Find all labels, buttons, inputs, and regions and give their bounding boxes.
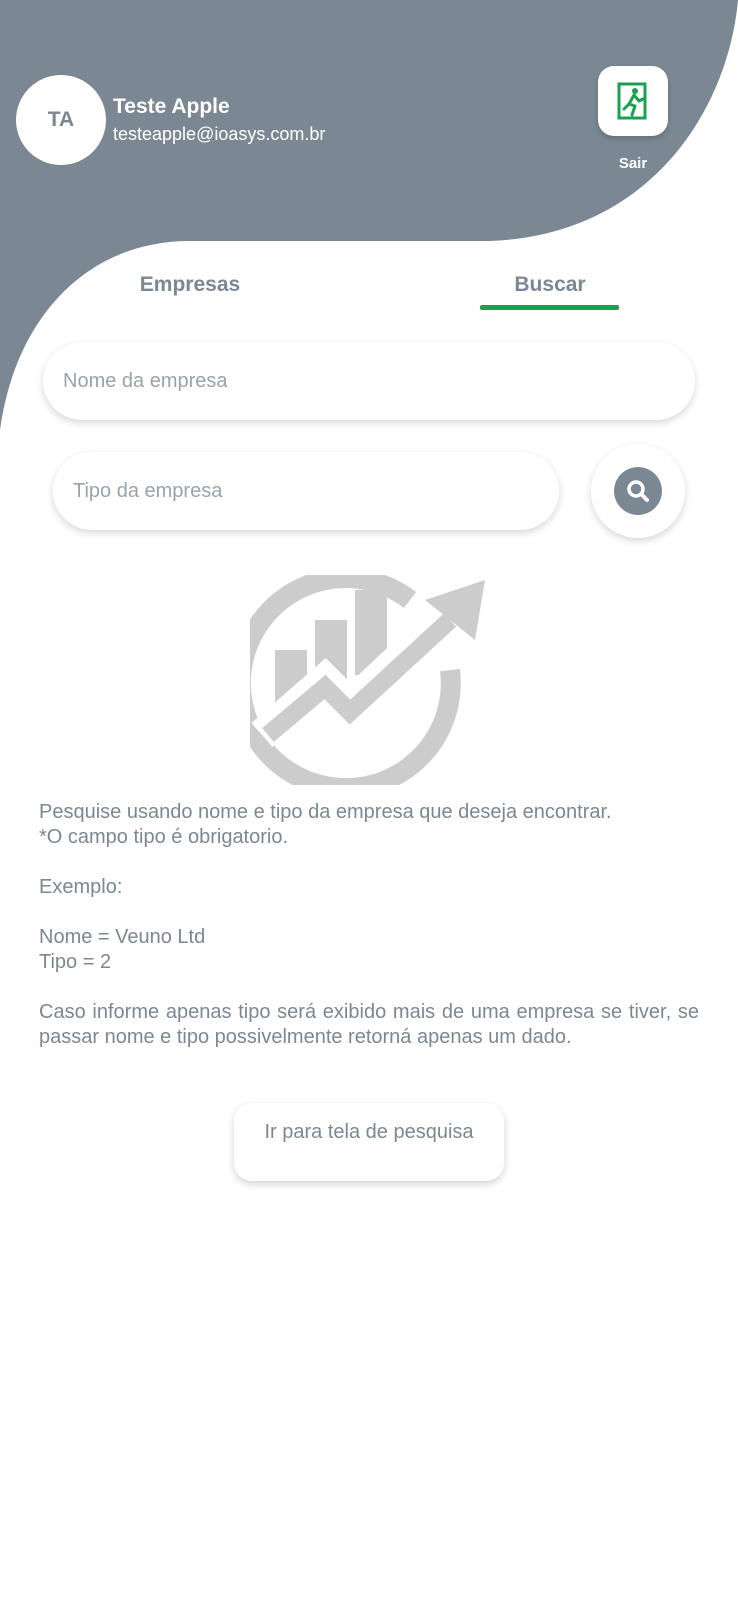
avatar-initials: TA (47, 108, 75, 131)
example-label: Exemplo: (39, 876, 123, 898)
logout-button[interactable] (598, 66, 668, 136)
company-type-input[interactable] (71, 478, 559, 504)
user-email: testeapple@ioasys.com.br (113, 124, 326, 144)
example-type: Tipo = 2 (39, 951, 112, 973)
example-name: Nome = Veuno Ltd (39, 926, 206, 948)
avatar: TA (16, 75, 106, 165)
help-note: Caso informe apenas tipo será exibido ma… (39, 1001, 699, 1048)
growth-chart-logo (250, 575, 485, 785)
company-name-input[interactable] (61, 368, 695, 394)
help-text: Pesquise usando nome e tipo da empresa q… (39, 800, 699, 1050)
search-button-circle (614, 467, 662, 515)
tab-empresas[interactable]: Empresas (120, 270, 260, 310)
search-icon (627, 480, 649, 502)
help-line-1: Pesquise usando nome e tipo da empresa q… (39, 801, 612, 823)
goto-search-button[interactable]: Ir para tela de pesquisa (234, 1103, 504, 1181)
user-name: Teste Apple (113, 95, 230, 118)
exit-door-icon (617, 82, 647, 120)
active-tab-indicator (480, 305, 619, 310)
company-type-field[interactable] (53, 452, 559, 530)
help-line-2: *O campo tipo é obrigatorio. (39, 826, 289, 848)
search-button[interactable] (591, 444, 685, 538)
company-name-field[interactable] (43, 342, 695, 420)
logout-label[interactable]: Sair (598, 155, 668, 172)
tab-buscar[interactable]: Buscar (480, 270, 620, 310)
